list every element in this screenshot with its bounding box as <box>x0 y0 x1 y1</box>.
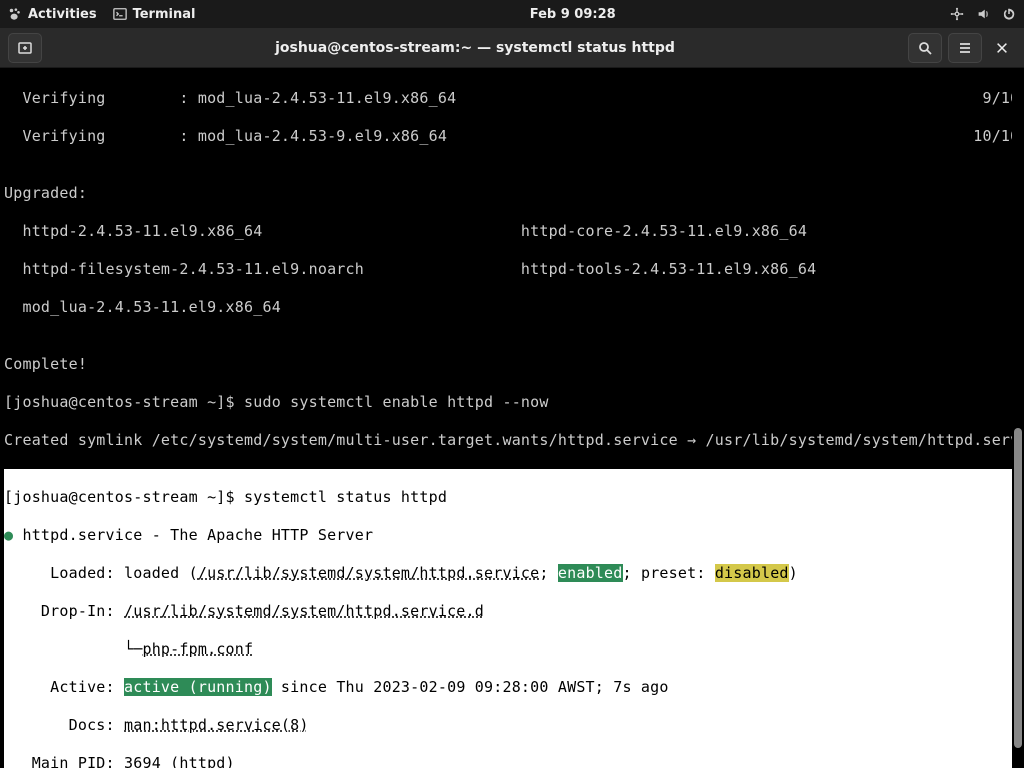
search-button[interactable] <box>908 33 942 63</box>
disabled-badge: disabled <box>715 564 789 582</box>
gnome-foot-icon <box>8 7 22 21</box>
cmd: sudo systemctl enable httpd --now <box>244 393 549 411</box>
t: httpd-2.4.53-11.el9.x86_64 httpd-core-2.… <box>4 222 1020 241</box>
t: ) <box>789 564 798 582</box>
t: Complete! <box>4 355 1020 374</box>
volume-icon <box>976 7 990 21</box>
search-icon <box>917 40 933 56</box>
clock[interactable]: Feb 9 09:28 <box>195 7 950 22</box>
menu-button[interactable] <box>948 33 982 63</box>
t: Main PID: 3694 (httpd) <box>4 754 1020 768</box>
t: Active: <box>4 678 124 696</box>
t: Created symlink /etc/systemd/system/mult… <box>4 431 1020 450</box>
prompt: [joshua@centos-stream ~]$ <box>4 488 244 506</box>
close-button[interactable] <box>988 34 1016 62</box>
t: httpd-filesystem-2.4.53-11.el9.noarch ht… <box>4 260 1020 279</box>
window-titlebar: joshua@centos-stream:~ — systemctl statu… <box>0 28 1024 68</box>
system-tray[interactable] <box>950 7 1016 21</box>
active-badge: active (running) <box>124 678 272 696</box>
cmd: systemctl status httpd <box>244 488 447 506</box>
activities-button[interactable]: Activities <box>8 7 97 22</box>
window-title: joshua@centos-stream:~ — systemctl statu… <box>42 40 908 56</box>
status-dot-icon: ● <box>4 526 13 544</box>
t: ; <box>539 564 557 582</box>
scrollbar[interactable] <box>1012 68 1024 768</box>
power-icon <box>1002 7 1016 21</box>
scrollbar-thumb[interactable] <box>1014 428 1022 748</box>
close-icon <box>995 41 1009 55</box>
t: Verifying : mod_lua-2.4.53-11.el9.x86_64 <box>4 89 973 107</box>
terminal-app-label: Terminal <box>133 7 196 22</box>
hamburger-icon <box>957 40 973 56</box>
new-tab-icon <box>17 40 33 56</box>
new-tab-button[interactable] <box>8 33 42 63</box>
activities-label: Activities <box>28 7 97 22</box>
terminal-output[interactable]: Verifying : mod_lua-2.4.53-11.el9.x86_64… <box>0 68 1024 768</box>
t: Upgraded: <box>4 184 1020 203</box>
terminal-app-indicator[interactable]: Terminal <box>113 7 196 22</box>
enabled-badge: enabled <box>558 564 623 582</box>
t: Docs: <box>4 716 124 734</box>
t: since Thu 2023-02-09 09:28:00 AWST; 7s a… <box>272 678 669 696</box>
t: Drop-In: <box>4 602 124 620</box>
t: Loaded: loaded ( <box>4 564 198 582</box>
t: /usr/lib/systemd/system/httpd.service <box>198 564 540 582</box>
terminal-icon <box>113 7 127 21</box>
t: man:httpd.service(8) <box>124 716 309 734</box>
t: /usr/lib/systemd/system/httpd.service.d <box>124 602 484 620</box>
gnome-topbar: Activities Terminal Feb 9 09:28 <box>0 0 1024 28</box>
t: ; preset: <box>623 564 715 582</box>
t: php-fpm.conf <box>142 640 253 658</box>
t: httpd.service - The Apache HTTP Server <box>13 526 373 544</box>
t: Verifying : mod_lua-2.4.53-9.el9.x86_64 <box>4 127 964 145</box>
t: └─ <box>4 640 142 658</box>
status-block: [joshua@centos-stream ~]$ systemctl stat… <box>4 469 1020 768</box>
t: mod_lua-2.4.53-11.el9.x86_64 <box>4 298 1020 317</box>
prompt: [joshua@centos-stream ~]$ <box>4 393 244 411</box>
network-icon <box>950 7 964 21</box>
